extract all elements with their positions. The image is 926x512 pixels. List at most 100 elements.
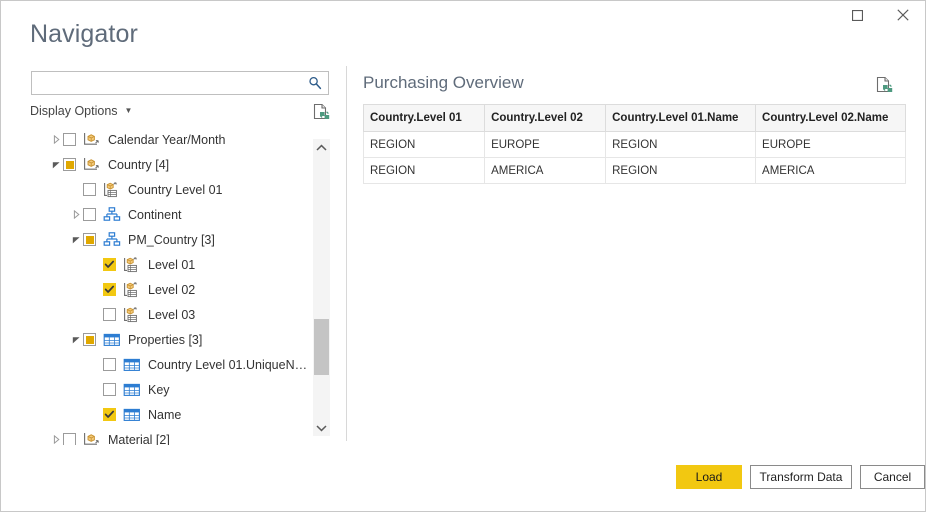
preview-pane: Purchasing Overview Country.Level 01Coun… xyxy=(361,61,906,446)
preview-title: Purchasing Overview xyxy=(363,73,524,93)
page-title: Navigator xyxy=(30,20,138,49)
tree-item[interactable]: Level 03 xyxy=(27,302,309,327)
tree-item-label: Level 02 xyxy=(148,283,195,297)
load-button[interactable]: Load xyxy=(676,465,742,489)
tree-checkbox[interactable] xyxy=(103,308,116,321)
tree-item[interactable]: Properties [3] xyxy=(27,327,309,352)
tree-checkbox[interactable] xyxy=(83,208,96,221)
tree-checkbox[interactable] xyxy=(63,133,76,146)
tree-checkbox[interactable] xyxy=(83,183,96,196)
tree-checkbox[interactable] xyxy=(63,158,76,171)
tree-item[interactable]: Material [2] xyxy=(27,427,309,445)
table-column-header: Country.Level 02.Name xyxy=(756,105,906,132)
expand-arrow-icon[interactable] xyxy=(49,427,63,445)
tree-checkbox[interactable] xyxy=(63,433,76,445)
triangle-right-icon xyxy=(72,210,81,219)
tree-spacer xyxy=(89,352,103,377)
tree-item[interactable]: PM_Country [3] xyxy=(27,227,309,252)
tree-item[interactable]: Level 02 xyxy=(27,277,309,302)
table-icon xyxy=(123,382,141,398)
triangle-down-icon xyxy=(52,160,61,169)
tree-item[interactable]: Country Level 01 xyxy=(27,177,309,202)
refresh-page-glyph-icon xyxy=(311,102,331,122)
check-icon xyxy=(104,409,115,420)
search-box[interactable] xyxy=(31,71,329,95)
tree-item-label: Properties [3] xyxy=(128,333,202,347)
hierarchy-icon xyxy=(103,207,121,222)
dialog-footer: Load Transform Data Cancel xyxy=(1,449,925,511)
tree-item-label: Continent xyxy=(128,208,182,222)
scrollbar-thumb[interactable] xyxy=(314,319,329,375)
transform-data-button[interactable]: Transform Data xyxy=(750,465,852,489)
table-cell: REGION xyxy=(606,132,756,158)
tree-item[interactable]: Name xyxy=(27,402,309,427)
cube-dimension-icon xyxy=(83,157,101,172)
table-cell: REGION xyxy=(606,158,756,184)
hierarchy-icon xyxy=(103,232,121,247)
expand-arrow-icon[interactable] xyxy=(69,202,83,227)
tree-checkbox[interactable] xyxy=(103,258,116,271)
scroll-down-button[interactable] xyxy=(313,419,330,436)
tree-item-label: PM_Country [3] xyxy=(128,233,215,247)
tree-spacer xyxy=(89,277,103,302)
cube-dimension-icon xyxy=(83,157,101,173)
table-body: REGIONEUROPEREGIONEUROPEREGIONAMERICAREG… xyxy=(364,132,906,184)
table-row: REGIONAMERICAREGIONAMERICA xyxy=(364,158,906,184)
table-column-header: Country.Level 01 xyxy=(364,105,485,132)
hierarchy-icon xyxy=(103,207,121,223)
tree-item[interactable]: Key xyxy=(27,377,309,402)
tree-item[interactable]: Country [4] xyxy=(27,152,309,177)
table-icon xyxy=(103,332,121,348)
tree-spacer xyxy=(89,402,103,427)
table-icon xyxy=(103,333,121,347)
tree-scrollbar[interactable] xyxy=(313,139,330,436)
tree-spacer xyxy=(89,377,103,402)
refresh-page-icon[interactable] xyxy=(311,102,331,122)
cancel-button[interactable]: Cancel xyxy=(860,465,925,489)
preview-table: Country.Level 01Country.Level 02Country.… xyxy=(363,104,906,184)
level-icon xyxy=(123,282,141,298)
scroll-up-button[interactable] xyxy=(313,139,330,156)
level-icon xyxy=(103,182,121,198)
tree-item-label: Name xyxy=(148,408,181,422)
chevron-down-icon: ▼ xyxy=(125,107,133,115)
tree-checkbox[interactable] xyxy=(103,283,116,296)
tree-checkbox[interactable] xyxy=(83,233,96,246)
table-cell: EUROPE xyxy=(485,132,606,158)
tree-spacer xyxy=(69,177,83,202)
chevron-down-icon xyxy=(316,424,327,432)
search-glyph-icon xyxy=(308,76,322,90)
table-cell: REGION xyxy=(364,158,485,184)
tree-spacer xyxy=(89,302,103,327)
table-icon xyxy=(123,408,141,422)
table-cell: AMERICA xyxy=(485,158,606,184)
maximize-button[interactable] xyxy=(835,1,880,29)
search-icon[interactable] xyxy=(306,75,324,91)
cube-dimension-icon xyxy=(83,132,101,147)
metadata-tree[interactable]: Calendar Year/Month Country [4] Country Le… xyxy=(27,127,309,445)
table-icon xyxy=(123,357,141,373)
tree-item-label: Country [4] xyxy=(108,158,169,172)
tree-item[interactable]: Level 01 xyxy=(27,252,309,277)
triangle-down-icon xyxy=(72,335,81,344)
collapse-arrow-icon[interactable] xyxy=(69,327,83,352)
preview-refresh-icon[interactable] xyxy=(874,75,894,95)
close-button[interactable] xyxy=(880,1,925,29)
tree-item[interactable]: Calendar Year/Month xyxy=(27,127,309,152)
collapse-arrow-icon[interactable] xyxy=(49,152,63,177)
tree-checkbox[interactable] xyxy=(103,383,116,396)
tree-item[interactable]: Country Level 01.UniqueName xyxy=(27,352,309,377)
tree-item[interactable]: Continent xyxy=(27,202,309,227)
display-options-label: Display Options xyxy=(30,104,118,118)
search-input[interactable] xyxy=(32,72,304,94)
tree-checkbox[interactable] xyxy=(103,358,116,371)
collapse-arrow-icon[interactable] xyxy=(69,227,83,252)
level-icon xyxy=(123,257,141,273)
check-icon xyxy=(104,259,115,270)
navigator-dialog: Navigator Display Options ▼ xyxy=(0,0,926,512)
expand-arrow-icon[interactable] xyxy=(49,127,63,152)
level-icon xyxy=(123,282,141,298)
tree-checkbox[interactable] xyxy=(103,408,116,421)
display-options-dropdown[interactable]: Display Options ▼ xyxy=(30,104,132,118)
tree-checkbox[interactable] xyxy=(83,333,96,346)
